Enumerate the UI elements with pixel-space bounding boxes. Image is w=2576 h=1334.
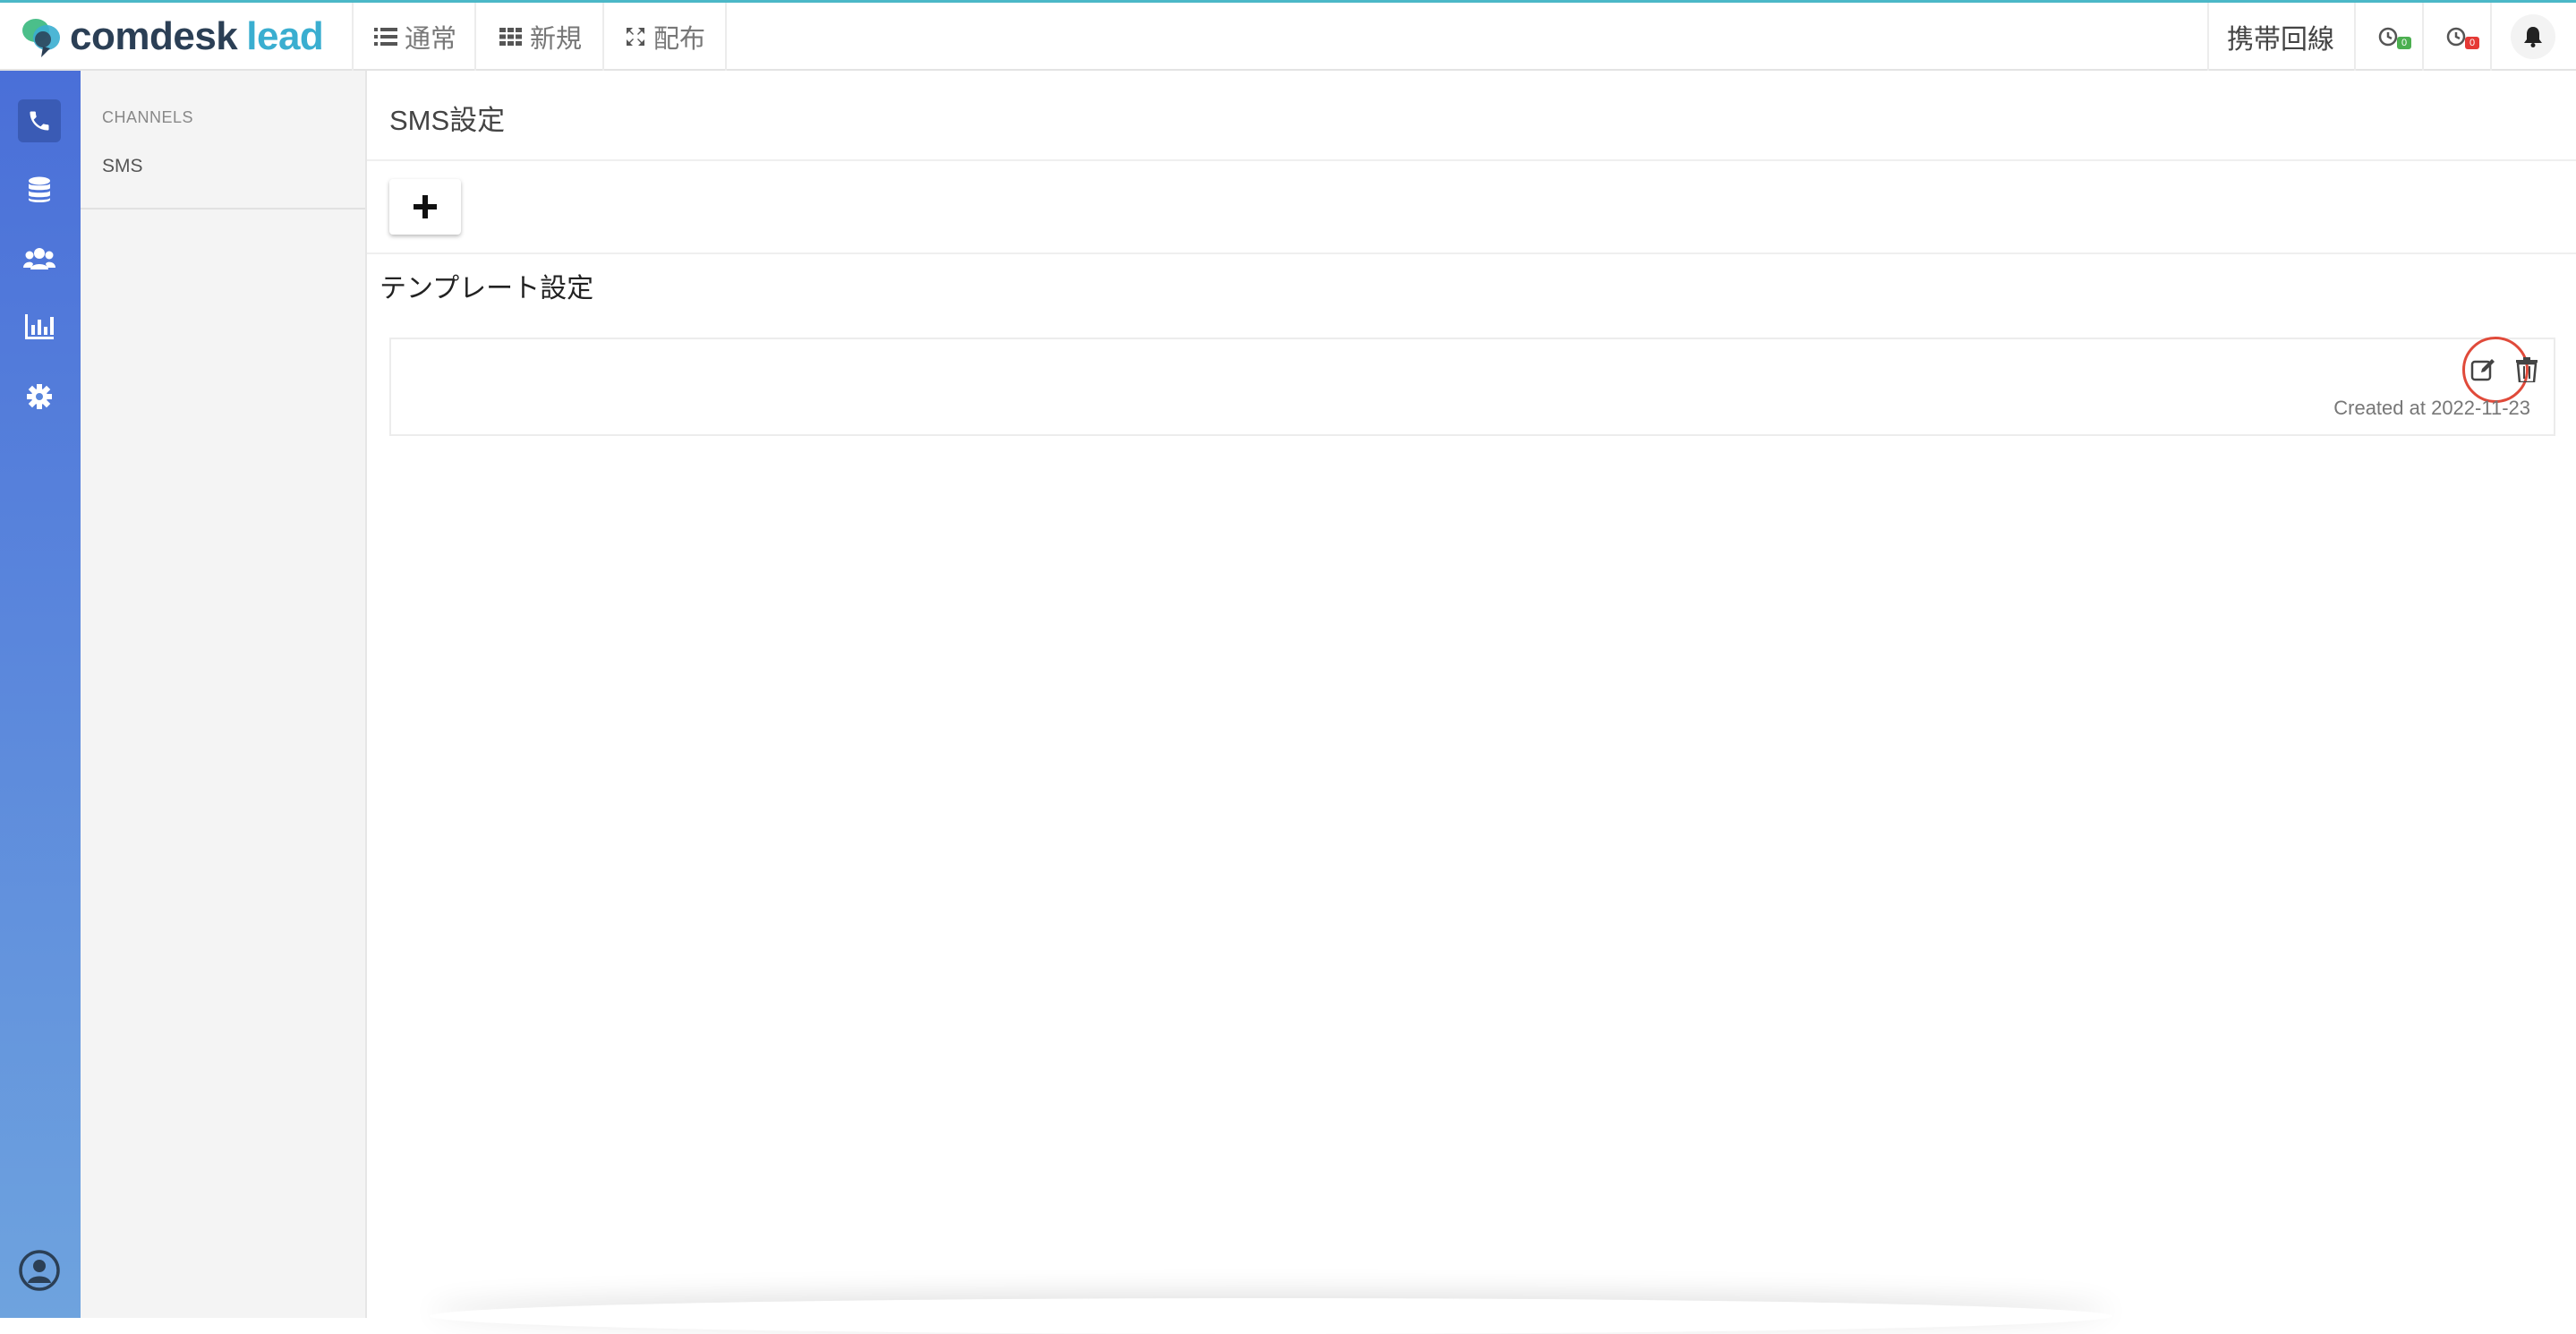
bottom-shadow — [430, 1298, 2112, 1334]
database-icon — [29, 176, 50, 202]
template-card: Created at 2022-11-23 — [389, 337, 2555, 436]
edit-template-button[interactable] — [2466, 352, 2502, 388]
icon-rail — [0, 71, 81, 1318]
nav-item-distribute[interactable]: 配布 — [625, 3, 705, 71]
timer-badge-1: 0 — [2397, 37, 2411, 49]
expand-arrows-icon — [627, 28, 644, 46]
delete-template-button[interactable] — [2509, 352, 2545, 388]
edit-icon — [2470, 359, 2495, 381]
phone-icon — [30, 111, 49, 131]
grid-icon — [499, 28, 522, 46]
brand-bubble-icon — [22, 19, 60, 57]
nav-item-normal-label: 通常 — [405, 25, 457, 54]
timer-button-1[interactable]: 0 — [2356, 3, 2420, 71]
sidebar-item-sms[interactable]: SMS — [102, 156, 143, 177]
timer-button-2[interactable]: 0 — [2424, 3, 2488, 71]
sidebar-section-title: CHANNELS — [102, 108, 194, 126]
top-navbar: comdesk lead 通常 新規 配布 携帯回線 0 0 — [0, 3, 2576, 71]
add-template-button[interactable] — [389, 179, 461, 235]
timer-icon — [2378, 27, 2398, 47]
created-date: Created at 2022-11-23 — [2333, 397, 2530, 419]
page-title: SMS設定 — [389, 105, 506, 136]
trash-icon — [2516, 357, 2538, 382]
bar-chart-icon — [25, 314, 54, 339]
nav-item-normal[interactable]: 通常 — [374, 3, 456, 71]
nav-item-new-label: 新規 — [530, 25, 583, 54]
timer-icon — [2446, 27, 2466, 47]
timer-badge-2: 0 — [2465, 37, 2479, 49]
brand-name-part1: comdesk — [70, 14, 238, 58]
rail-item-settings[interactable] — [18, 375, 61, 418]
list-icon — [374, 28, 397, 46]
phone-line-label: 携帯回線 — [2227, 25, 2334, 55]
brand-name-part2: lead — [246, 14, 324, 58]
rail-item-phone[interactable] — [18, 99, 61, 142]
nav-item-distribute-label: 配布 — [653, 25, 706, 54]
divider — [367, 252, 2576, 254]
main-content: SMS設定 テンプレート設定 Created at 2022-11-23 — [367, 71, 2576, 1318]
plus-icon — [414, 195, 437, 218]
nav-item-new[interactable]: 新規 — [499, 3, 582, 71]
section-title: テンプレート設定 — [380, 274, 594, 304]
phone-line-selector[interactable]: 携帯回線 — [2209, 3, 2352, 71]
users-icon — [23, 248, 55, 269]
brand-logo[interactable]: comdesk lead — [21, 10, 324, 64]
channels-sidebar: CHANNELS SMS — [81, 71, 367, 1318]
gear-icon — [27, 384, 52, 409]
rail-item-database[interactable] — [18, 168, 61, 211]
notifications-button[interactable] — [2506, 3, 2560, 71]
divider — [367, 159, 2576, 161]
rail-item-reports[interactable] — [18, 305, 61, 348]
user-circle-icon — [19, 1250, 60, 1291]
rail-user-profile[interactable] — [16, 1247, 63, 1294]
bell-icon — [2524, 27, 2542, 47]
sidebar-divider — [81, 208, 365, 210]
rail-item-users[interactable] — [18, 237, 61, 280]
